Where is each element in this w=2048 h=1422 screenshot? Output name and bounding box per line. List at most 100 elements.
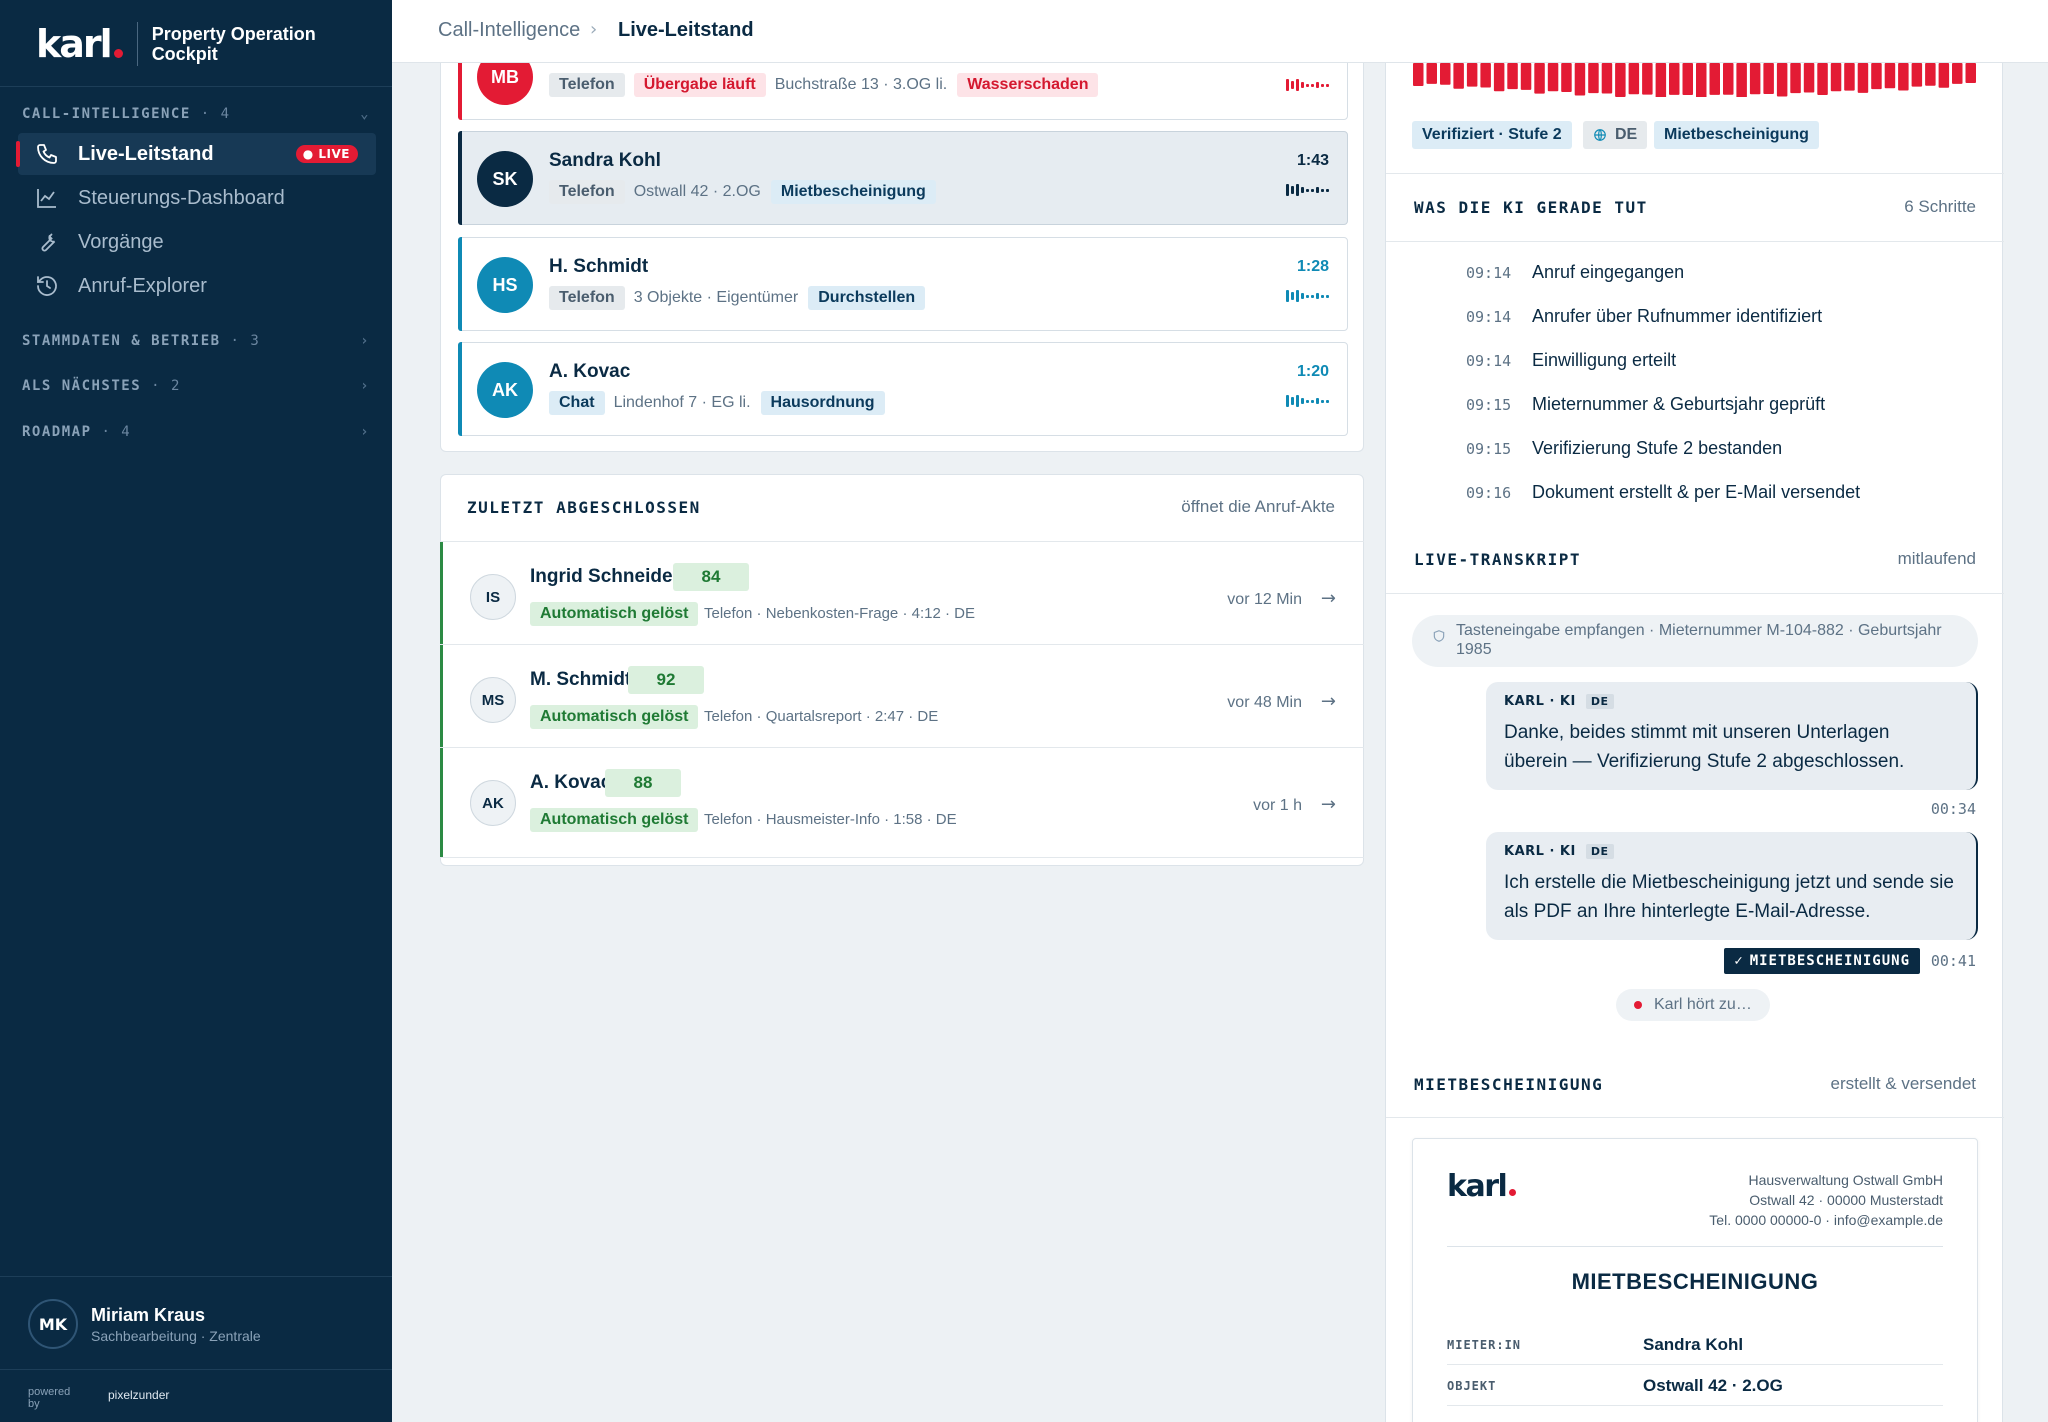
section-stammdaten[interactable]: STAMMDATEN & BETRIEB · 3 › <box>22 333 370 349</box>
table-row[interactable]: AK A. Kovac 88 Automatisch gelöst Telefo… <box>440 747 1364 858</box>
logo-wordmark: karl <box>36 22 113 66</box>
powered-by-brand[interactable]: pixelzunder <box>108 1388 169 1402</box>
chat-bubble: KARL · KI DE Danke, beides stimmt mit uns… <box>1486 682 1978 790</box>
globe-icon <box>1593 128 1607 142</box>
divider <box>1386 1117 2004 1118</box>
logo-divider <box>136 22 138 66</box>
topbar: Call-Intelligence › Live-Leitstand <box>392 0 2048 63</box>
sidebar-item-vorgaenge[interactable]: Vorgänge <box>18 221 376 263</box>
transcript-title: LIVE-TRANSKRIPT <box>1414 550 1581 569</box>
resolved-bar <box>440 748 443 857</box>
document-chip[interactable]: ✓ MIETBESCHEINIGUNG <box>1724 948 1920 974</box>
waveform-bar <box>1561 63 1572 92</box>
list-item: 09:14 Anruf eingegangen <box>1466 262 1684 283</box>
chevron-right-icon: › <box>360 424 370 440</box>
app-logo[interactable]: karl Property Operation Cockpit <box>36 22 316 66</box>
waveform-bar <box>1723 63 1734 95</box>
call-card[interactable]: HS H. Schmidt Telefon 3 Objekte · Eigent… <box>458 237 1348 331</box>
waveform-bar <box>1749 63 1761 95</box>
section-call-intelligence[interactable]: CALL-INTELLIGENCE · 4 ⌄ <box>22 106 370 122</box>
waveform-bar <box>1601 63 1613 94</box>
audio-wave-icon <box>1286 184 1329 196</box>
status-badge: Automatisch gelöst <box>530 602 699 626</box>
waveform-bar <box>1790 63 1801 94</box>
status-badge: Automatisch gelöst <box>530 808 699 832</box>
status-badge: Automatisch gelöst <box>530 705 699 729</box>
phone-icon <box>34 141 60 167</box>
wrench-icon <box>34 229 60 255</box>
sidebar-item-steuerungs-dashboard[interactable]: Steuerungs-Dashboard <box>18 177 376 219</box>
call-address: Lindenhof 7 · EG li. <box>613 394 751 411</box>
language-label: DE <box>1615 126 1638 143</box>
section-count: · 2 <box>151 378 181 394</box>
waveform-bar <box>1776 63 1788 97</box>
document-preview[interactable]: karl Hausverwaltung Ostwall GmbH Ostwall… <box>1412 1138 1978 1422</box>
section-roadmap[interactable]: ROADMAP · 4 › <box>22 424 370 440</box>
step-label: Dokument erstellt & per E-Mail versendet <box>1532 482 1861 502</box>
waveform-bar <box>1844 63 1855 91</box>
chevron-right-icon: › <box>360 378 370 394</box>
table-row[interactable]: MS M. Schmidt 92 Automatisch gelöst Tele… <box>440 644 1364 747</box>
channel-tag: Chat <box>549 391 605 415</box>
sidebar-item-anruf-explorer[interactable]: Anruf-Explorer <box>18 265 376 307</box>
call-duration: 1:28 <box>1296 258 1329 275</box>
call-address: 3 Objekte · Eigentümer <box>633 289 799 306</box>
status-badge: Übergabe läuft <box>633 73 766 97</box>
call-card[interactable]: AK A. Kovac Chat Lindenhof 7 · EG li. Ha… <box>458 342 1348 436</box>
section-title: STAMMDATEN & BETRIEB <box>22 333 221 349</box>
breadcrumb-parent[interactable]: Call-Intelligence <box>438 19 580 42</box>
field-value: Ostwall 42 · 2.OG <box>1643 1375 1783 1395</box>
call-card-selected[interactable]: SK Sandra Kohl Telefon Ostwall 42 · 2.OG… <box>458 131 1348 225</box>
logo-dot <box>113 48 123 58</box>
recent-title: ZULETZT ABGESCHLOSSEN <box>467 498 701 517</box>
speaker-label: KARL · KI <box>1504 844 1576 859</box>
app-subtitle-line-1: Property Operation <box>151 24 316 44</box>
call-duration: 1:20 <box>1296 363 1329 380</box>
call-priority-bar <box>458 131 462 225</box>
sidebar-item-label: Steuerungs-Dashboard <box>78 186 285 209</box>
breadcrumb-current: Live-Leitstand <box>618 19 754 41</box>
field-key: OBJEKT <box>1447 1378 1497 1393</box>
channel-tag: Telefon <box>549 286 625 310</box>
score-badge: 88 <box>605 769 681 797</box>
call-address: Buchstraße 13 · 3.OG li. <box>774 76 948 93</box>
waveform-bar <box>1547 63 1559 92</box>
waveform-bar <box>1952 63 1963 84</box>
user-profile[interactable]: MK Miriam Kraus Sachbearbeitung · Zentra… <box>0 1276 392 1370</box>
section-als-naechstes[interactable]: ALS NÄCHSTES · 2 › <box>22 378 370 394</box>
caller-name: A. Kovac <box>549 361 631 382</box>
chart-line-icon <box>34 185 60 211</box>
ai-section-title: WAS DIE KI GERADE TUT <box>1414 198 1648 217</box>
section-count: · 3 <box>230 333 261 349</box>
audio-waveform <box>1413 63 1976 97</box>
caller-name: M. Schmidt <box>530 669 632 690</box>
app-subtitle-line-2: Cockpit <box>151 44 218 64</box>
topic-tag: Mietbescheinigung <box>1654 121 1819 149</box>
waveform-bar <box>1480 63 1491 88</box>
arrow-right-icon: → <box>1320 691 1336 712</box>
waveform-bar <box>1534 63 1545 94</box>
list-item: 09:16 Dokument erstellt & per E-Mail vers… <box>1466 482 1860 503</box>
score-badge: 92 <box>628 666 704 694</box>
ai-step-count: 6 Schritte <box>1904 197 1976 216</box>
transcript-mode: mitlaufend <box>1897 549 1976 568</box>
table-row[interactable]: IS Ingrid Schneider 84 Automatisch gelös… <box>440 541 1364 644</box>
call-detail-panel: Verifiziert · Stufe 2 DE Mietbescheinigu… <box>1385 0 2004 1422</box>
call-meta: Chat Lindenhof 7 · EG li. Hausordnung <box>549 391 894 415</box>
call-priority-bar <box>458 342 462 436</box>
language-tag: DE <box>1583 121 1648 149</box>
recent-hint: öffnet die Anruf-Akte <box>1181 497 1335 516</box>
address-line: Tel. 0000 00000-0 · info@example.de <box>1709 1212 1943 1228</box>
sidebar-item-label: Anruf-Explorer <box>78 274 207 297</box>
caller-name: H. Schmidt <box>549 256 649 277</box>
list-item: 09:14 Anrufer über Rufnummer identifizier… <box>1466 306 1822 327</box>
call-meta: Telefon 3 Objekte · Eigentümer Durchstel… <box>549 286 934 310</box>
avatar: IS <box>470 574 516 620</box>
time-ago: vor 1 h <box>1253 797 1302 814</box>
message-time: 00:34 <box>1930 800 1976 818</box>
sidebar-item-live-leitstand[interactable]: Live-Leitstand ● LIVE <box>16 133 376 175</box>
document-field: OBJEKT Ostwall 42 · 2.OG <box>1447 1366 1943 1406</box>
step-time: 09:15 <box>1466 395 1512 414</box>
score-badge: 84 <box>673 563 749 591</box>
language-badge: DE <box>1585 694 1614 709</box>
